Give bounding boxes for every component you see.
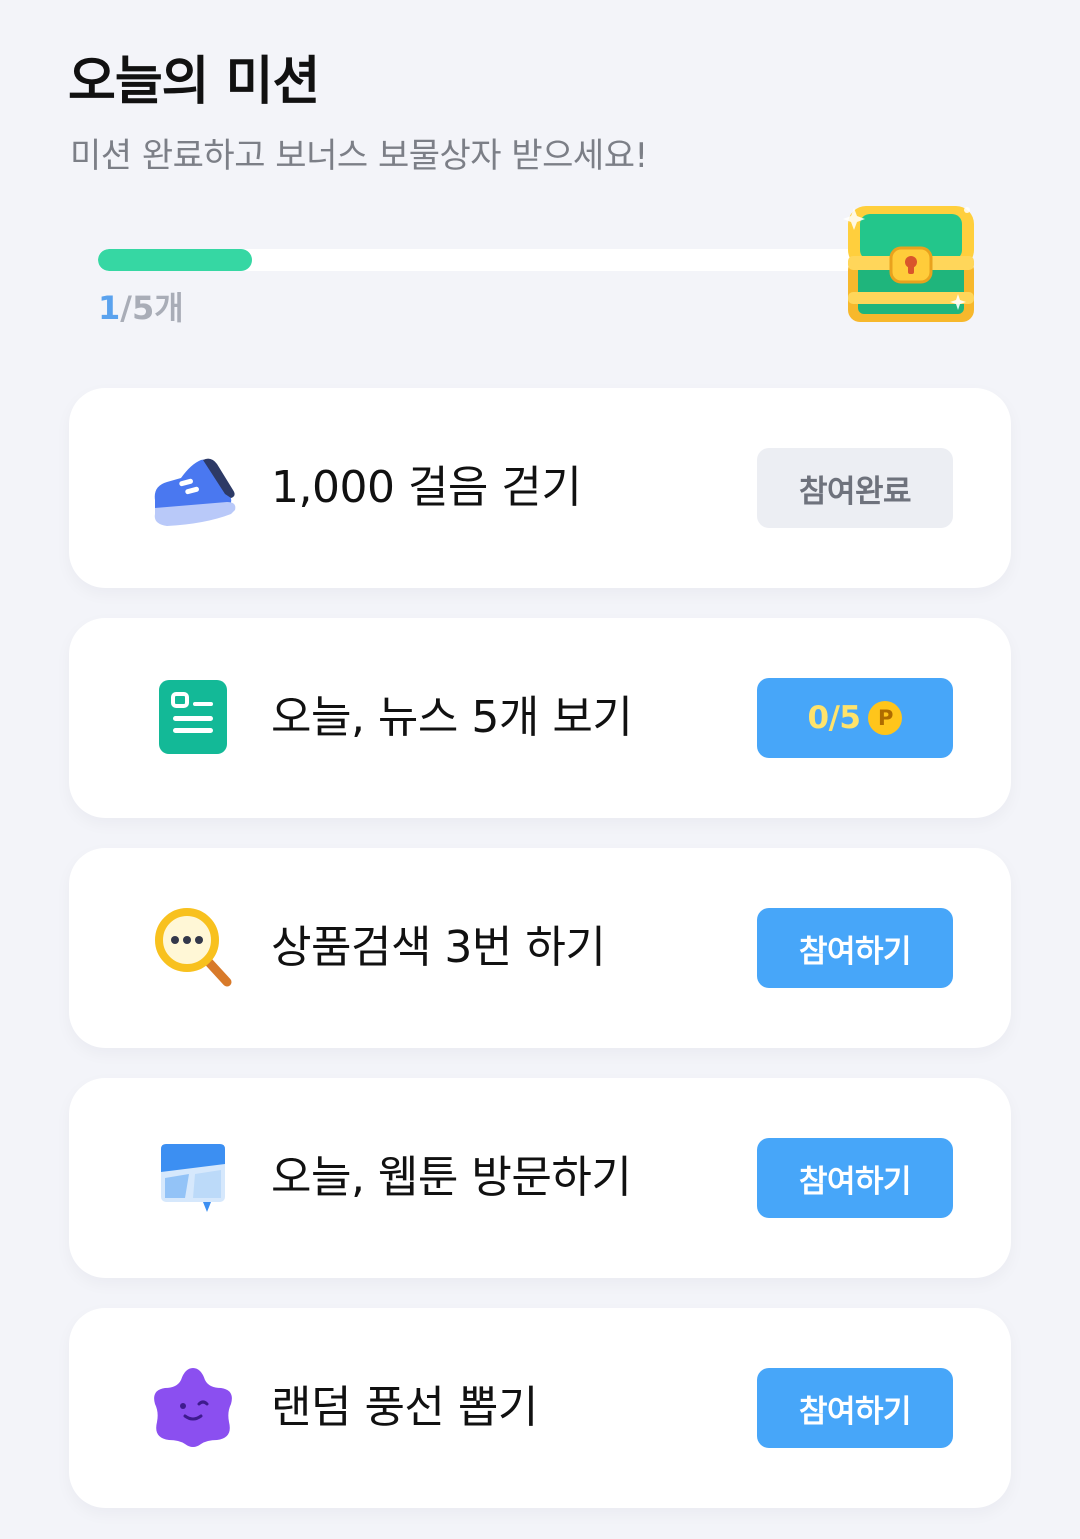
mission-card-walk: 1,000 걸음 걷기 참여완료: [69, 388, 1011, 588]
progress-completed-count: 1: [98, 289, 121, 327]
button-label: 참여완료: [798, 473, 912, 510]
button-label: 참여하기: [798, 1163, 912, 1200]
mission-progress-label: 1/5개: [98, 286, 184, 330]
mission-join-button[interactable]: 참여하기: [757, 908, 953, 988]
treasure-chest-icon[interactable]: [836, 196, 986, 332]
star-balloon-icon: [154, 1368, 232, 1447]
mission-title: 1,000 걸음 걷기: [271, 462, 582, 513]
mission-card-balloon: 랜덤 풍선 뽑기 참여하기: [69, 1308, 1011, 1508]
mission-progress-fill: [98, 249, 252, 271]
mission-card-search: 상품검색 3번 하기 참여하기: [69, 848, 1011, 1048]
mission-card-news: 오늘, 뉴스 5개 보기 0/5 P: [69, 618, 1011, 818]
page-subtitle: 미션 완료하고 보너스 보물상자 받으세요!: [70, 136, 648, 176]
mission-card-webtoon: 오늘, 웹툰 방문하기 참여하기: [69, 1078, 1011, 1278]
mission-title: 랜덤 풍선 뽑기: [271, 1382, 538, 1433]
button-label: 참여하기: [798, 1393, 912, 1430]
mission-title: 오늘, 뉴스 5개 보기: [271, 692, 633, 743]
button-label: 참여하기: [798, 933, 912, 970]
button-label: 0/5: [807, 700, 861, 736]
search-icon: [155, 908, 232, 987]
progress-total: /5개: [120, 289, 184, 327]
news-icon: [159, 680, 227, 754]
webtoon-icon: [161, 1144, 225, 1212]
mission-join-button[interactable]: 참여하기: [757, 1138, 953, 1218]
mission-join-button[interactable]: 참여하기: [757, 1368, 953, 1448]
mission-title: 오늘, 웹툰 방문하기: [271, 1152, 632, 1203]
point-coin-icon: P: [868, 701, 903, 735]
mission-progress-button[interactable]: 0/5 P: [757, 678, 953, 758]
mission-progress-bar: [98, 249, 868, 271]
sneaker-icon: [154, 458, 236, 526]
mission-title: 상품검색 3번 하기: [271, 922, 606, 973]
mission-complete-button[interactable]: 참여완료: [757, 448, 953, 528]
page-title: 오늘의 미션: [68, 52, 320, 112]
